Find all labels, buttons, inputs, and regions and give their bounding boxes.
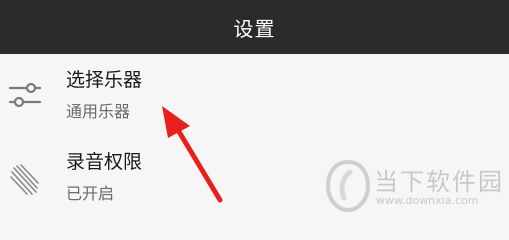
settings-item-choose-instrument[interactable]: 选择乐器 通用乐器	[0, 58, 509, 132]
watermark-url: www.downxia.com	[376, 194, 479, 207]
page-title: 设置	[233, 16, 276, 41]
sliders-icon	[8, 78, 42, 112]
watermark-name: 当下软件园	[374, 168, 504, 196]
settings-item-subtitle: 通用乐器	[66, 102, 131, 121]
watermark-logo-icon	[325, 159, 371, 213]
settings-item-title: 录音权限	[66, 151, 143, 173]
settings-item-subtitle: 已开启	[66, 184, 115, 203]
streaks-icon	[8, 162, 42, 196]
watermark: 当下软件园 www.downxia.com	[324, 158, 504, 218]
settings-item-title: 选择乐器	[66, 69, 143, 91]
top-bar: 设置	[0, 0, 509, 54]
